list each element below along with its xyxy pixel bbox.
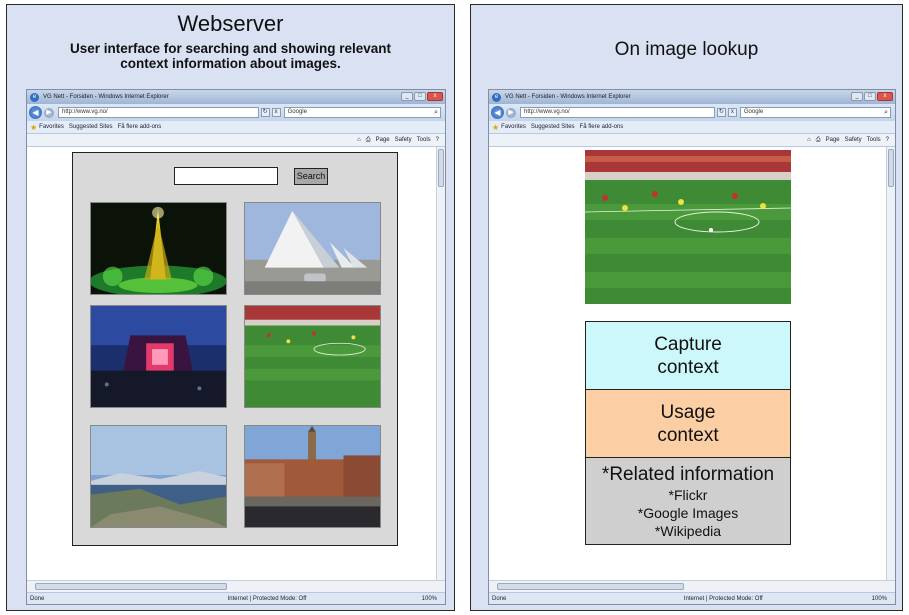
status-bar: Done Internet | Protected Mode: Off 100%	[489, 592, 895, 604]
capture-context-label: Capture context	[654, 333, 722, 378]
forward-button[interactable]: ▶	[44, 107, 54, 118]
lookup-panel: On image lookup e VG Nett - Forsiden - W…	[470, 4, 903, 611]
ie-logo-icon: e	[30, 92, 39, 102]
browser-search-field[interactable]: Google ⌕	[283, 107, 441, 118]
image-football-match[interactable]	[244, 305, 381, 408]
menu-safety[interactable]: Safety	[395, 137, 412, 143]
status-text: Done	[30, 595, 45, 602]
minimize-button[interactable]: _	[401, 92, 413, 101]
window-titlebar: e VG Nett - Forsiden - Windows Internet …	[489, 90, 895, 104]
close-button[interactable]: x	[877, 92, 893, 101]
usage-context-label: Usage context	[657, 401, 719, 446]
page-content: Capture context Usage context *Related i…	[489, 147, 886, 580]
maximize-button[interactable]: □	[864, 92, 876, 101]
menu-tools[interactable]: Tools	[417, 137, 431, 143]
image-concert-stage[interactable]	[90, 305, 227, 408]
window-titlebar: e VG Nett - Forsiden - Windows Internet …	[27, 90, 445, 104]
image-coastal-landscape[interactable]	[90, 425, 227, 528]
vertical-scrollbar[interactable]	[436, 147, 445, 580]
horizontal-scrollbar[interactable]	[27, 580, 445, 592]
back-button[interactable]: ◀	[29, 106, 42, 119]
zoom-level[interactable]: 100%	[872, 596, 887, 602]
related-flickr[interactable]: *Flickr	[586, 486, 790, 504]
browser-window-lookup: e VG Nett - Forsiden - Windows Internet …	[488, 89, 896, 605]
image-triangular-church[interactable]	[244, 202, 381, 295]
lookup-title: On image lookup	[614, 39, 759, 60]
back-button[interactable]: ◀	[491, 106, 504, 119]
stop-icon[interactable]: x	[271, 108, 281, 117]
favorites-star-icon[interactable]: ★	[30, 123, 37, 132]
browser-window: e VG Nett - Forsiden - Windows Internet …	[26, 89, 446, 605]
status-zone: Internet | Protected Mode: Off	[683, 595, 763, 602]
refresh-icon[interactable]: ↻	[716, 108, 726, 117]
address-bar: ◀ ▶ http://www.vg.no/ ↻ x Google ⌕	[27, 104, 445, 121]
menu-page[interactable]: Page	[376, 137, 390, 143]
favorites-star-icon[interactable]: ★	[492, 123, 499, 132]
addons-link[interactable]: Få flere add-ons	[118, 124, 162, 130]
addons-link[interactable]: Få flere add-ons	[580, 124, 624, 130]
menu-page[interactable]: Page	[826, 137, 840, 143]
usage-context-box[interactable]: Usage context	[586, 390, 790, 458]
search-icon[interactable]: ⌕	[884, 108, 888, 117]
window-title: VG Nett - Forsiden - Windows Internet Ex…	[43, 94, 169, 100]
webserver-panel: Webserver User interface for searching a…	[6, 4, 455, 611]
print-icon[interactable]: ⎙	[816, 137, 821, 144]
menu-tools[interactable]: Tools	[867, 137, 881, 143]
status-bar: Done Internet | Protected Mode: Off 100%	[27, 592, 445, 604]
image-eiffel-tower[interactable]	[90, 202, 227, 295]
home-icon[interactable]: ⌂	[357, 137, 361, 143]
window-title: VG Nett - Forsiden - Windows Internet Ex…	[505, 94, 631, 100]
favorites-bar: ★ Favorites Suggested Sites Få flere add…	[27, 121, 445, 134]
favorites-button[interactable]: Favorites	[501, 124, 526, 130]
help-icon[interactable]: ?	[886, 137, 889, 143]
ie-logo-icon: e	[492, 92, 501, 102]
menu-safety[interactable]: Safety	[845, 137, 862, 143]
maximize-button[interactable]: □	[414, 92, 426, 101]
command-bar: ⌂ ⎙ Page Safety Tools ?	[27, 134, 445, 147]
webserver-subtitle: User interface for searching and showing…	[69, 41, 392, 71]
print-icon[interactable]: ⎙	[366, 137, 371, 144]
suggested-sites-link[interactable]: Suggested Sites	[69, 124, 113, 130]
help-icon[interactable]: ?	[436, 137, 439, 143]
related-information-box[interactable]: *Related information *Flickr *Google Ima…	[586, 458, 790, 544]
search-engine-label: Google	[743, 109, 764, 115]
status-zone: Internet | Protected Mode: Off	[227, 595, 307, 602]
status-text: Done	[492, 595, 507, 602]
search-engine-label: Google	[287, 109, 307, 115]
capture-context-box[interactable]: Capture context	[586, 322, 790, 390]
related-information-title: *Related information	[601, 463, 775, 485]
image-gallery: Search	[72, 152, 398, 546]
forward-button[interactable]: ▶	[506, 107, 516, 118]
related-wikipedia[interactable]: *Wikipedia	[586, 522, 790, 540]
url-field[interactable]: http://www.vg.no/	[520, 107, 715, 118]
vertical-scrollbar[interactable]	[886, 147, 895, 580]
search-button[interactable]: Search	[294, 168, 328, 185]
search-icon[interactable]: ⌕	[434, 108, 438, 117]
browser-search-field[interactable]: Google ⌕	[739, 107, 891, 118]
suggested-sites-link[interactable]: Suggested Sites	[531, 124, 575, 130]
favorites-button[interactable]: Favorites	[39, 124, 64, 130]
horizontal-scrollbar[interactable]	[489, 580, 895, 592]
lookup-image-football[interactable]	[585, 150, 791, 304]
refresh-icon[interactable]: ↻	[260, 108, 270, 117]
home-icon[interactable]: ⌂	[807, 137, 811, 143]
webserver-title: Webserver	[177, 11, 284, 36]
stop-icon[interactable]: x	[727, 108, 737, 117]
minimize-button[interactable]: _	[851, 92, 863, 101]
url-field[interactable]: http://www.vg.no/	[58, 107, 259, 118]
address-bar: ◀ ▶ http://www.vg.no/ ↻ x Google ⌕	[489, 104, 895, 121]
close-button[interactable]: x	[427, 92, 443, 101]
favorites-bar: ★ Favorites Suggested Sites Få flere add…	[489, 121, 895, 134]
page-content: Search	[27, 147, 436, 580]
zoom-level[interactable]: 100%	[422, 596, 437, 602]
command-bar: ⌂ ⎙ Page Safety Tools ?	[489, 134, 895, 147]
context-info-stack: Capture context Usage context *Related i…	[585, 321, 791, 545]
related-google-images[interactable]: *Google Images	[586, 504, 790, 522]
image-search-input[interactable]	[174, 167, 278, 185]
image-city-hall-square[interactable]	[244, 425, 381, 528]
